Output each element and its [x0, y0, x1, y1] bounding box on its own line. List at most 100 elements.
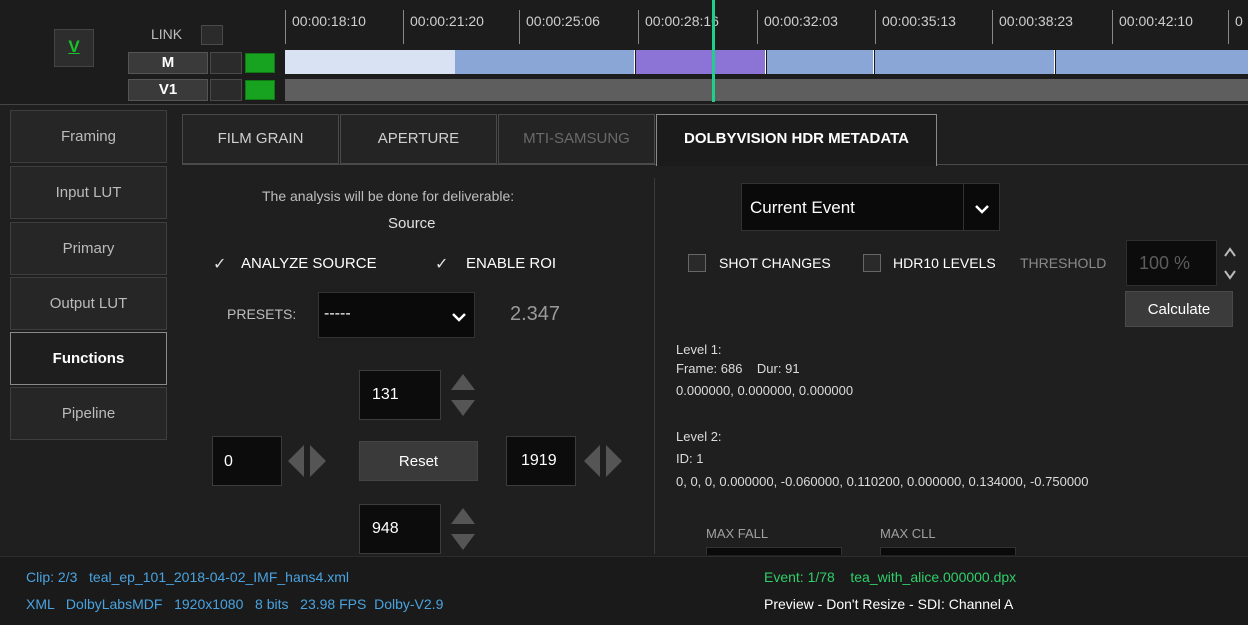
chevron-down-icon: [975, 205, 989, 214]
tab-aperture[interactable]: APERTURE: [340, 114, 497, 164]
checkmark-icon: ✓: [213, 256, 227, 273]
clip-metadata: XML DolbyLabsMDF 1920x1080 8 bits 23.98 …: [26, 596, 444, 612]
analyze-source-label: ANALYZE SOURCE: [241, 255, 377, 272]
reset-label: Reset: [398, 453, 439, 470]
roi-top-input[interactable]: 131: [359, 370, 441, 420]
shot-changes-label: SHOT CHANGES: [719, 255, 831, 271]
track-m-button[interactable]: M: [128, 52, 208, 74]
nav-primary[interactable]: Primary: [10, 222, 167, 275]
tab-underline-right: [937, 164, 1248, 165]
shot-changes-checkbox[interactable]: [688, 254, 706, 272]
presets-value: -----: [324, 305, 351, 322]
max-cll-field[interactable]: [880, 547, 1016, 555]
analysis-info: The analysis will be done for deliverabl…: [262, 188, 515, 204]
m-clip-4[interactable]: [875, 50, 1055, 74]
level1-title: Level 1:: [676, 342, 722, 357]
track-v1-enabled-indicator[interactable]: [245, 80, 275, 100]
link-checkbox[interactable]: [201, 25, 223, 45]
nav-pipeline-label: Pipeline: [61, 405, 116, 422]
tab-mti-samsung-label: MTI-SAMSUNG: [523, 130, 630, 147]
roi-left-spinner-icon[interactable]: [286, 441, 328, 481]
threshold-input[interactable]: 100 %: [1126, 240, 1217, 286]
nav-pipeline[interactable]: Pipeline: [10, 387, 167, 440]
level1-values: 0.000000, 0.000000, 0.000000: [676, 383, 854, 398]
nav-primary-label: Primary: [62, 240, 115, 257]
v1-track-lane[interactable]: [285, 79, 1248, 101]
timecode-7: 00:00:38:23: [992, 10, 1073, 44]
timecode-6: 00:00:35:13: [875, 10, 956, 44]
roi-left-value: 0: [224, 453, 233, 470]
roi-bottom-value: 948: [372, 520, 399, 537]
timecode-3: 00:00:25:06: [519, 10, 600, 44]
tab-film-grain[interactable]: FILM GRAIN: [182, 114, 339, 164]
tab-dolbyvision-label: DOLBYVISION HDR METADATA: [684, 130, 909, 147]
m-clip-5[interactable]: [1056, 50, 1248, 74]
hdr10-levels-label: HDR10 LEVELS: [893, 255, 996, 271]
nav-functions[interactable]: Functions: [10, 332, 167, 385]
timecode-4: 00:00:28:16: [638, 10, 719, 44]
roi-bottom-input[interactable]: 948: [359, 504, 441, 554]
nav-framing[interactable]: Framing: [10, 110, 167, 163]
timecode-2: 00:00:21:20: [403, 10, 484, 44]
event-status: Event: 1/78 tea_with_alice.000000.dpx: [764, 569, 1017, 585]
nav-input-lut[interactable]: Input LUT: [10, 166, 167, 219]
roi-top-value: 131: [372, 386, 399, 403]
timecode-1: 00:00:18:10: [285, 10, 366, 44]
m-clip-fade[interactable]: [285, 50, 455, 74]
track-m-enabled-indicator[interactable]: [245, 53, 275, 73]
roi-bottom-spinner-icon[interactable]: [449, 504, 477, 556]
track-m-toggle[interactable]: [210, 52, 242, 74]
clip-status: Clip: 2/3 teal_ep_101_2018-04-02_IMF_han…: [26, 569, 349, 585]
track-v1-button[interactable]: V1: [128, 79, 208, 101]
roi-top-spinner-icon[interactable]: [449, 370, 477, 422]
m-track-lane[interactable]: [285, 50, 1248, 74]
calculate-button[interactable]: Calculate: [1125, 291, 1233, 327]
level2-values: 0, 0, 0, 0.000000, -0.060000, 0.110200, …: [676, 474, 1089, 489]
m-clip-selected[interactable]: [636, 50, 766, 74]
roi-left-input[interactable]: 0: [212, 436, 282, 486]
chevron-down-icon: [452, 313, 466, 322]
nav-functions-label: Functions: [52, 350, 125, 367]
track-v1-label: V1: [158, 81, 178, 98]
level2-id: ID: 1: [676, 451, 704, 466]
aspect-ratio-value: 2.347: [510, 303, 561, 325]
reset-button[interactable]: Reset: [359, 441, 478, 481]
tab-dolbyvision-hdr-metadata[interactable]: DOLBYVISION HDR METADATA: [656, 114, 937, 166]
dropdown-divider: [963, 184, 964, 230]
tab-aperture-label: APERTURE: [377, 130, 460, 147]
m-clip-3[interactable]: [767, 50, 874, 74]
playhead[interactable]: [712, 0, 715, 102]
timecode-8: 00:00:42:10: [1112, 10, 1193, 44]
m-clip-1[interactable]: [455, 50, 635, 74]
max-fall-field[interactable]: [706, 547, 842, 555]
hdr10-levels-checkbox[interactable]: [863, 254, 881, 272]
preview-status: Preview - Don't Resize - SDI: Channel A: [764, 596, 1014, 612]
tab-mti-samsung[interactable]: MTI-SAMSUNG: [498, 114, 655, 164]
tab-film-grain-label: FILM GRAIN: [217, 130, 304, 147]
threshold-value: 100 %: [1139, 253, 1191, 273]
presets-label: PRESETS:: [227, 306, 297, 322]
nav-output-lut-label: Output LUT: [49, 295, 128, 312]
roi-right-value: 1919: [521, 452, 557, 469]
nav-input-lut-label: Input LUT: [55, 184, 122, 201]
checkmark-icon: ✓: [435, 256, 449, 273]
nav-output-lut[interactable]: Output LUT: [10, 277, 167, 330]
threshold-spinner-icon[interactable]: [1223, 244, 1237, 284]
scope-dropdown[interactable]: Current Event: [741, 183, 1000, 231]
scope-value: Current Event: [750, 198, 855, 217]
logo-button[interactable]: V: [54, 29, 94, 67]
level1-frame: Frame: 686 Dur: 91: [676, 361, 800, 376]
enable-roi-label: ENABLE ROI: [466, 255, 557, 272]
presets-dropdown[interactable]: -----: [318, 292, 475, 338]
v-logo-icon: V: [68, 37, 80, 56]
tab-underline: [182, 164, 656, 165]
timecode-5: 00:00:32:03: [757, 10, 838, 44]
level2-title: Level 2:: [676, 429, 722, 444]
roi-right-spinner-icon[interactable]: [582, 441, 624, 481]
track-v1-toggle[interactable]: [210, 79, 242, 101]
nav-framing-label: Framing: [60, 128, 116, 145]
roi-right-input[interactable]: 1919: [506, 436, 576, 486]
panel-divider: [654, 178, 655, 554]
link-label: LINK: [151, 26, 183, 42]
track-m-label: M: [161, 54, 175, 71]
